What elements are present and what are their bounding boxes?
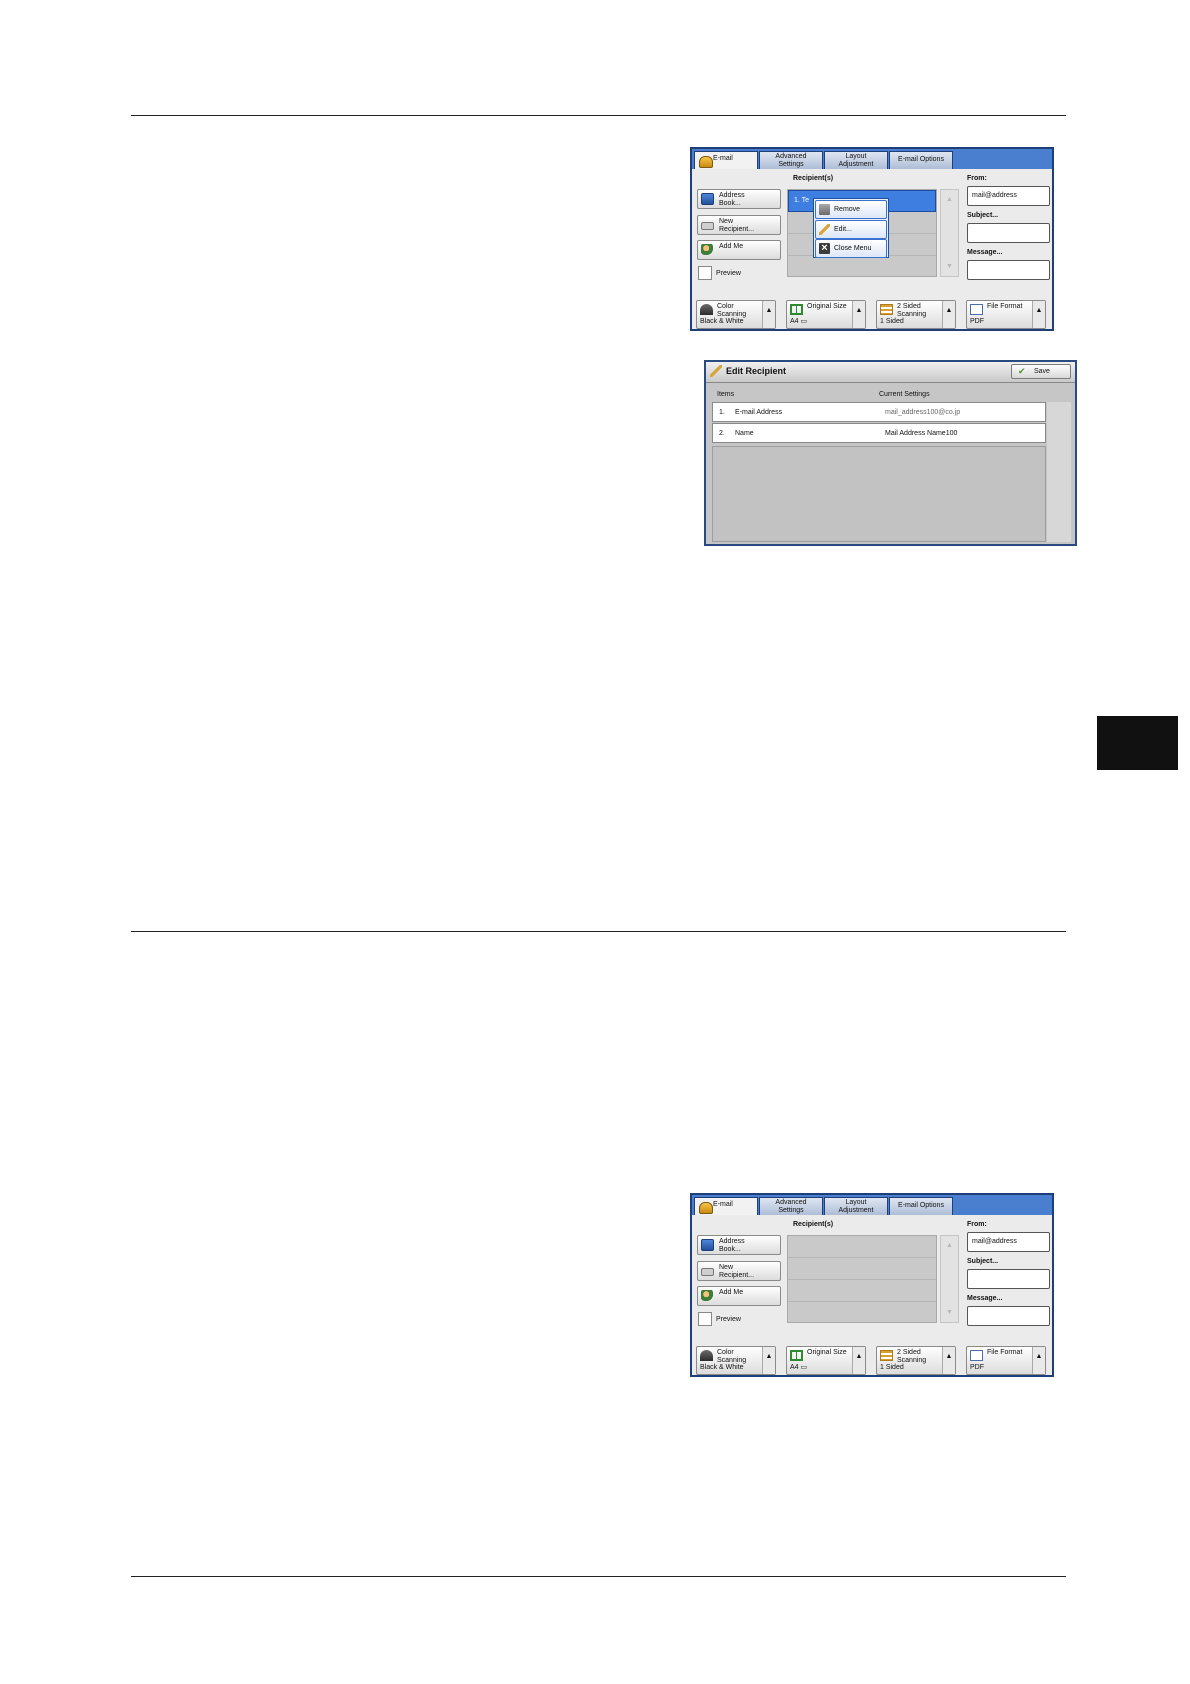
file-format-icon (970, 304, 983, 315)
edit-recipient-title: Edit Recipient (726, 366, 787, 376)
expand-icon: ▲ (762, 1347, 775, 1374)
color-scanning-button[interactable]: Color Scanning Black & White ▲ (696, 300, 776, 329)
tab-email-options[interactable]: E-mail Options (889, 1197, 953, 1215)
table-row[interactable]: 1. E-mail Address mail_address100@co.jp (712, 402, 1046, 422)
recipient-row[interactable] (788, 1236, 936, 1258)
tab-email-options[interactable]: E-mail Options (889, 151, 953, 169)
chapter-side-tab (1097, 716, 1178, 770)
save-button[interactable]: ✔ Save (1011, 364, 1071, 379)
subject-label: Subject... (967, 212, 999, 219)
keyboard-icon (701, 1268, 714, 1276)
close-menu-item[interactable]: × Close Menu (815, 239, 887, 258)
current-settings-column-header: Current Settings (879, 391, 930, 398)
color-scanning-icon (700, 304, 713, 315)
table-scrollbar[interactable] (1047, 402, 1071, 542)
recipient-row[interactable] (788, 256, 936, 278)
from-field[interactable]: mail@address (967, 186, 1050, 206)
file-format-icon (970, 1350, 983, 1361)
expand-icon: ▲ (762, 301, 775, 328)
address-book-icon (701, 1239, 714, 1251)
tab-layout-adjustment[interactable]: Layout Adjustment (824, 1197, 888, 1215)
original-size-icon (790, 304, 803, 315)
from-label: From: (967, 1221, 987, 1228)
two-sided-scanning-button[interactable]: 2 Sided Scanning 1 Sided ▲ (876, 300, 956, 329)
color-scanning-button[interactable]: Color Scanning Black & White ▲ (696, 1346, 776, 1375)
subject-field[interactable] (967, 223, 1050, 243)
preview-label: Preview (716, 1316, 741, 1323)
from-label: From: (967, 175, 987, 182)
address-book-button[interactable]: Address Book... (697, 189, 781, 209)
preview-checkbox[interactable] (698, 266, 712, 280)
original-size-icon (790, 1350, 803, 1361)
original-size-button[interactable]: Original Size A4 ▭ ▲ (786, 1346, 866, 1375)
message-label: Message... (967, 249, 1003, 256)
recipient-row[interactable] (788, 1280, 936, 1302)
expand-icon: ▲ (1032, 1347, 1045, 1374)
email-screen-top: E-mail Advanced Settings Layout Adjustme… (690, 147, 1054, 331)
tab-layout-adjustment[interactable]: Layout Adjustment (824, 151, 888, 169)
preview-label: Preview (716, 270, 741, 277)
recipient-scrollbar[interactable]: ▲ ▼ (940, 1235, 959, 1323)
expand-icon: ▲ (942, 301, 955, 328)
edit-recipient-header: Edit Recipient ✔ Save (706, 362, 1075, 383)
expand-icon: ▲ (852, 301, 865, 328)
scroll-down-icon[interactable]: ▼ (946, 263, 953, 270)
recipient-row[interactable] (788, 1302, 936, 1324)
address-book-icon (701, 193, 714, 205)
empty-table-area (712, 446, 1046, 542)
preview-checkbox[interactable] (698, 1312, 712, 1326)
pencil-icon (819, 224, 830, 235)
edit-menu-item[interactable]: Edit... (815, 220, 887, 239)
new-recipient-button[interactable]: New Recipient... (697, 1261, 781, 1281)
edit-recipient-screen: Edit Recipient ✔ Save Items Current Sett… (704, 360, 1077, 546)
tab-advanced-settings[interactable]: Advanced Settings (759, 1197, 823, 1215)
close-icon: × (819, 243, 830, 254)
scroll-up-icon[interactable]: ▲ (946, 196, 953, 203)
tab-advanced-settings[interactable]: Advanced Settings (759, 151, 823, 169)
scroll-down-icon[interactable]: ▼ (946, 1309, 953, 1316)
add-me-button[interactable]: Add Me (697, 240, 781, 260)
message-field[interactable] (967, 260, 1050, 280)
pencil-icon (710, 365, 722, 377)
bottom-rule (131, 1576, 1066, 1577)
recipient-list (787, 1235, 937, 1323)
expand-icon: ▲ (1032, 301, 1045, 328)
recipient-scrollbar[interactable]: ▲ ▼ (940, 189, 959, 277)
items-column-header: Items (717, 391, 735, 398)
recipients-label: Recipient(s) (793, 1221, 834, 1228)
top-rule (131, 115, 1066, 116)
file-format-button[interactable]: File Format PDF ▲ (966, 1346, 1046, 1375)
user-icon (701, 1290, 714, 1302)
address-book-button[interactable]: Address Book... (697, 1235, 781, 1255)
user-icon (701, 244, 714, 256)
from-field[interactable]: mail@address (967, 1232, 1050, 1252)
email-screen-bottom: E-mail Advanced Settings Layout Adjustme… (690, 1193, 1054, 1377)
subject-field[interactable] (967, 1269, 1050, 1289)
keyboard-icon (701, 222, 714, 230)
file-format-button[interactable]: File Format PDF ▲ (966, 300, 1046, 329)
two-sided-scanning-button[interactable]: 2 Sided Scanning 1 Sided ▲ (876, 1346, 956, 1375)
trash-icon (819, 204, 830, 215)
message-label: Message... (967, 1295, 1003, 1302)
message-field[interactable] (967, 1306, 1050, 1326)
expand-icon: ▲ (852, 1347, 865, 1374)
checkmark-icon: ✔ (1018, 366, 1026, 376)
email-icon (699, 156, 713, 168)
two-sided-icon (880, 1350, 893, 1361)
middle-rule (131, 931, 1066, 932)
email-icon (699, 1202, 713, 1214)
color-scanning-icon (700, 1350, 713, 1361)
expand-icon: ▲ (942, 1347, 955, 1374)
recipients-label: Recipient(s) (793, 175, 834, 182)
original-size-button[interactable]: Original Size A4 ▭ ▲ (786, 300, 866, 329)
recipient-row[interactable] (788, 1258, 936, 1280)
new-recipient-button[interactable]: New Recipient... (697, 215, 781, 235)
row-context-menu: Remove Edit... × Close Menu (813, 198, 889, 258)
add-me-button[interactable]: Add Me (697, 1286, 781, 1306)
remove-menu-item[interactable]: Remove (815, 200, 887, 219)
scroll-up-icon[interactable]: ▲ (946, 1242, 953, 1249)
two-sided-icon (880, 304, 893, 315)
table-row[interactable]: 2. Name Mail Address Name100 (712, 423, 1046, 443)
subject-label: Subject... (967, 1258, 999, 1265)
